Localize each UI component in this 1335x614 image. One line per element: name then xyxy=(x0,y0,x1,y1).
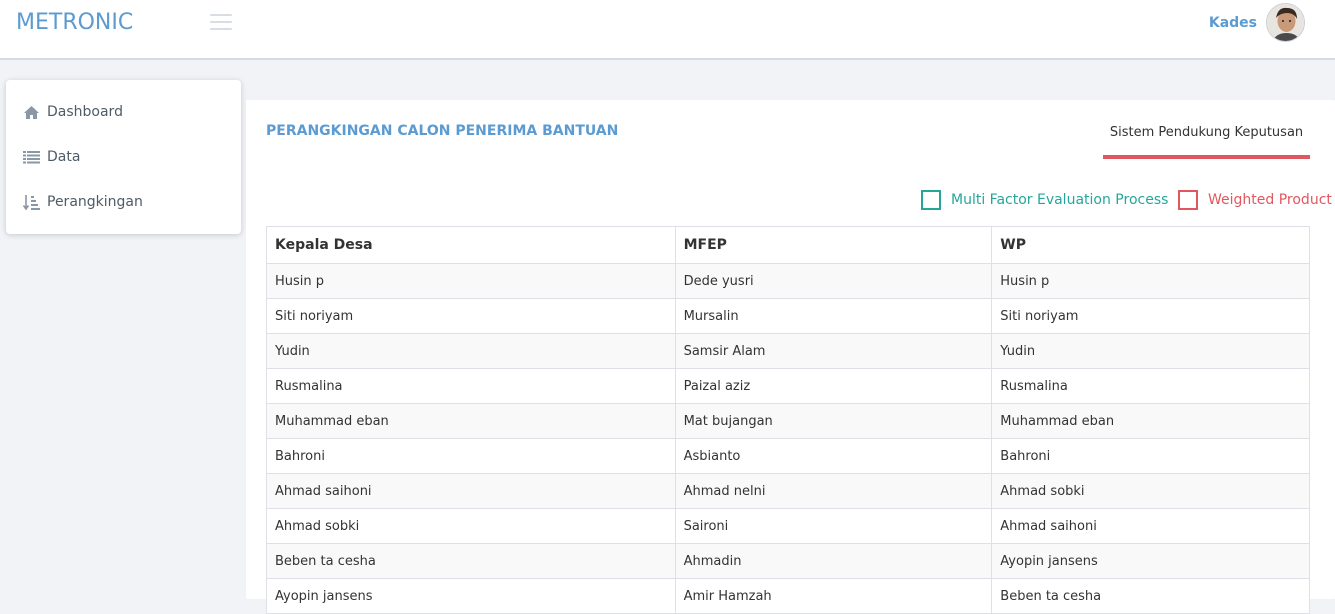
table-row: Siti noriyam Mursalin Siti noriyam xyxy=(266,298,1310,334)
tab-sistem-pendukung-keputusan[interactable]: Sistem Pendukung Keputusan xyxy=(1103,125,1310,159)
table-cell: Paizal aziz xyxy=(674,368,993,404)
table-cell: Muhammad eban xyxy=(991,403,1310,439)
legend-label: Weighted Product xyxy=(1208,192,1332,208)
main-panel: PERANGKINGAN CALON PENERIMA BANTUAN Sist… xyxy=(246,100,1335,614)
table-row: Beben ta cesha Ahmadin Ayopin jansens xyxy=(266,543,1310,579)
table-cell: Ahmad saihoni xyxy=(266,473,676,509)
table-cell: Muhammad eban xyxy=(266,403,676,439)
list-icon xyxy=(23,149,40,166)
table-cell: Asbianto xyxy=(674,438,993,474)
table-cell: Husin p xyxy=(991,263,1310,299)
column-header: Kepala Desa xyxy=(266,226,676,264)
sidebar-item-label: Data xyxy=(47,149,81,165)
legend-checkbox[interactable] xyxy=(921,190,941,210)
table-row: Ahmad sobki Saironi Ahmad saihoni xyxy=(266,508,1310,544)
table-row: Yudin Samsir Alam Yudin xyxy=(266,333,1310,369)
sidebar-item-label: Dashboard xyxy=(47,104,123,120)
table-cell: Ayopin jansens xyxy=(991,543,1310,579)
table-row: Bahroni Asbianto Bahroni xyxy=(266,438,1310,474)
ranking-table: Kepala Desa MFEP WP Husin p Dede yusri Hus… xyxy=(266,226,1310,614)
table-cell: Yudin xyxy=(266,333,676,369)
legend-mfep[interactable]: Multi Factor Evaluation Process xyxy=(921,190,1168,210)
table-cell: Saironi xyxy=(674,508,993,544)
legend-checkbox[interactable] xyxy=(1178,190,1198,210)
table-cell: Rusmalina xyxy=(266,368,676,404)
menu-line xyxy=(210,28,232,30)
logo[interactable]: METRONIC xyxy=(16,10,133,35)
table-cell: Rusmalina xyxy=(991,368,1310,404)
home-icon xyxy=(23,104,40,121)
table-cell: Mursalin xyxy=(674,298,993,334)
page-title: PERANGKINGAN CALON PENERIMA BANTUAN xyxy=(266,123,619,139)
table-cell: Beben ta cesha xyxy=(266,543,676,579)
sidebar-item-dashboard[interactable]: Dashboard xyxy=(23,100,123,124)
column-header: MFEP xyxy=(674,226,993,264)
sidebar: Dashboard Data Perangkingan xyxy=(6,80,241,234)
table-cell: Ahmad sobki xyxy=(266,508,676,544)
menu-line xyxy=(210,21,232,23)
table-cell: Beben ta cesha xyxy=(991,578,1310,614)
table-cell: Siti noriyam xyxy=(266,298,676,334)
legend-wp[interactable]: Weighted Product xyxy=(1178,190,1332,210)
sidebar-item-label: Perangkingan xyxy=(47,194,143,210)
menu-line xyxy=(210,14,232,16)
table-cell: Siti noriyam xyxy=(991,298,1310,334)
legend-label: Multi Factor Evaluation Process xyxy=(951,192,1169,208)
table-cell: Ahmad sobki xyxy=(991,473,1310,509)
table-cell: Yudin xyxy=(991,333,1310,369)
table-row: Muhammad eban Mat bujangan Muhammad eban xyxy=(266,403,1310,439)
table-cell: Bahroni xyxy=(991,438,1310,474)
table-row: Rusmalina Paizal aziz Rusmalina xyxy=(266,368,1310,404)
top-header: METRONIC Kades xyxy=(0,0,1335,60)
table-cell: Bahroni xyxy=(266,438,676,474)
table-cell: Husin p xyxy=(266,263,676,299)
table-row: Ayopin jansens Amir Hamzah Beben ta cesha xyxy=(266,578,1310,614)
table-cell: Amir Hamzah xyxy=(674,578,993,614)
avatar-image xyxy=(1267,4,1304,41)
table-row: Ahmad saihoni Ahmad nelni Ahmad sobki xyxy=(266,473,1310,509)
table-header-row: Kepala Desa MFEP WP xyxy=(266,226,1310,264)
table-cell: Ahmadin xyxy=(674,543,993,579)
table-cell: Ayopin jansens xyxy=(266,578,676,614)
sort-icon xyxy=(23,194,40,211)
table-cell: Ahmad nelni xyxy=(674,473,993,509)
menu-toggle-icon[interactable] xyxy=(210,14,232,30)
column-header: WP xyxy=(991,226,1310,264)
table-row: Husin p Dede yusri Husin p xyxy=(266,263,1310,299)
sidebar-item-perangkingan[interactable]: Perangkingan xyxy=(23,190,143,214)
sidebar-item-data[interactable]: Data xyxy=(23,145,80,169)
user-name[interactable]: Kades xyxy=(1209,15,1257,31)
table-cell: Samsir Alam xyxy=(674,333,993,369)
table-body: Husin p Dede yusri Husin p Siti noriyam Murs… xyxy=(266,263,1310,614)
avatar[interactable] xyxy=(1266,3,1305,42)
table-cell: Dede yusri xyxy=(674,263,993,299)
table-cell: Ahmad saihoni xyxy=(991,508,1310,544)
table-cell: Mat bujangan xyxy=(674,403,993,439)
ranking-table-wrapper: Kepala Desa MFEP WP Husin p Dede yusri Hus… xyxy=(266,226,1310,614)
